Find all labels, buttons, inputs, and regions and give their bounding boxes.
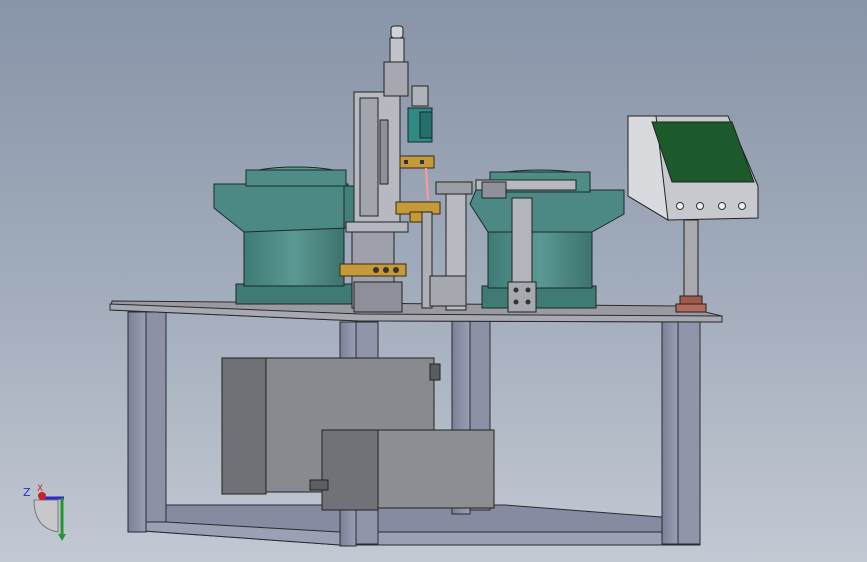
cad-viewport[interactable]: Z X bbox=[0, 0, 867, 562]
machine-assembly bbox=[33, 25, 759, 547]
z-axis-label: Z bbox=[23, 486, 31, 499]
hmi-panel bbox=[627, 115, 759, 313]
left-vibratory-bowl bbox=[213, 166, 371, 305]
axis-triad bbox=[33, 492, 66, 541]
hmi-button-3 bbox=[718, 202, 726, 210]
hmi-button-2 bbox=[696, 202, 704, 210]
hmi-button-4 bbox=[738, 202, 746, 210]
hmi-button-1 bbox=[676, 202, 684, 210]
table-top bbox=[109, 300, 723, 323]
control-box bbox=[309, 429, 495, 511]
x-axis-label: X bbox=[37, 484, 44, 494]
lower-frame bbox=[129, 504, 701, 546]
